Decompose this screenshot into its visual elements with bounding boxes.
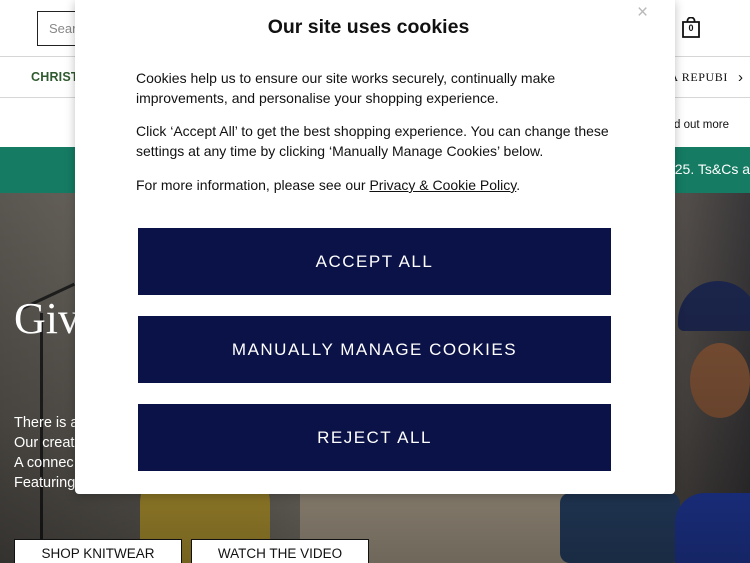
watch-video-button[interactable]: WATCH THE VIDEO bbox=[191, 539, 369, 563]
nav-item-republic[interactable]: A REPUBI bbox=[670, 70, 728, 85]
cookie-intro-text: Cookies help us to ensure our site works… bbox=[136, 70, 556, 106]
bag-count: 0 bbox=[688, 23, 694, 33]
policy-text-suffix: . bbox=[516, 177, 521, 193]
cookie-instructions-text: Click ‘Accept All’ to get the best shopp… bbox=[136, 123, 609, 159]
hero-line: Featuring bbox=[14, 475, 76, 491]
hero-line: There is a bbox=[14, 415, 79, 431]
dialog-title: Our site uses cookies bbox=[267, 16, 470, 38]
manage-cookies-button[interactable]: MANUALLY MANAGE COOKIES bbox=[138, 316, 611, 383]
promo-text: 25. Ts&Cs a bbox=[674, 161, 750, 177]
cookie-consent-dialog: × Our site uses cookies Cookies help us … bbox=[75, 0, 675, 494]
find-out-more-link[interactable]: d out more bbox=[674, 119, 729, 131]
hero-title: Giv bbox=[14, 294, 80, 343]
cookie-policy-text: For more information, please see our Pri… bbox=[136, 175, 626, 195]
hero-line: Our creat bbox=[14, 435, 75, 451]
hero-line: A connec bbox=[14, 455, 74, 471]
policy-text-prefix: For more information, please see our bbox=[136, 177, 370, 193]
shop-knitwear-button[interactable]: SHOP KNITWEAR bbox=[14, 539, 182, 563]
hero-description: There is a Our creat A connec Featuring bbox=[14, 413, 78, 493]
reject-all-button[interactable]: REJECT ALL bbox=[138, 404, 611, 471]
nav-item-christmas[interactable]: CHRIST bbox=[31, 70, 79, 84]
privacy-cookie-policy-link[interactable]: Privacy & Cookie Policy bbox=[369, 177, 516, 193]
shopping-bag-button[interactable]: 0 bbox=[681, 17, 701, 38]
accept-all-button[interactable]: ACCEPT ALL bbox=[138, 228, 611, 295]
chevron-right-icon[interactable]: › bbox=[738, 69, 743, 86]
